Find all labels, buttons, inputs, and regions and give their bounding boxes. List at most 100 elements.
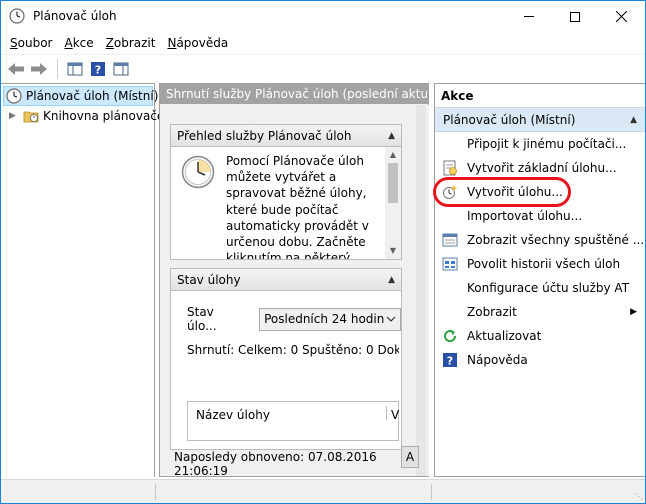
menu-akce[interactable]: Akce <box>58 36 99 50</box>
clock-icon <box>181 155 215 189</box>
action-enable-all-tasks-history[interactable]: Povolit historii všech úloh <box>435 252 645 276</box>
task-status-table: Název úlohy V <box>187 401 399 441</box>
task-status-section: Stav úlohy ▲ Stav úlo... Posledních 24 h… <box>170 268 402 450</box>
action-label: Zobrazit všechny spuštěné ... <box>467 233 645 247</box>
actions-pane: Akce Plánovač úloh (Místní) ▲ Připojit k… <box>434 83 645 477</box>
menu-soubor-accel: S <box>10 35 18 50</box>
actions-header: Akce <box>435 84 645 108</box>
action-label: Konfigurace účtu služby AT <box>467 281 630 295</box>
history-icon <box>442 257 458 271</box>
overview-section-header[interactable]: Přehled služby Plánovač úloh ▲ <box>171 125 401 147</box>
task-status-body: Stav úlo... Posledních 24 hodin Shrnutí:… <box>171 291 401 449</box>
status-bar-divider <box>431 484 432 500</box>
action-refresh[interactable]: Aktualizovat <box>435 324 645 348</box>
minimize-icon <box>524 16 534 17</box>
forward-button[interactable] <box>28 58 50 80</box>
forward-arrow-icon <box>31 62 47 75</box>
scroll-thumb[interactable] <box>388 163 398 203</box>
svg-text:?: ? <box>447 355 453 368</box>
menu-bar: Soubor Akce Zobrazit Nápověda <box>1 32 645 53</box>
action-label: Aktualizovat <box>467 329 542 343</box>
column-divider[interactable] <box>386 406 387 420</box>
action-label: Nápověda <box>467 353 528 367</box>
status-filter-row: Stav úlo... Posledních 24 hodin <box>187 305 401 333</box>
minimize-button[interactable] <box>506 1 552 32</box>
last-refreshed-row: Naposledy obnoveno: 07.08.2016 21:06:19 <box>174 450 428 478</box>
action-label: Připojit k jinému počítači... <box>467 137 627 151</box>
back-button[interactable] <box>5 58 27 80</box>
column-header-next[interactable]: V <box>391 408 399 422</box>
action-import-task[interactable]: Importovat úlohu... <box>435 204 645 228</box>
expand-chevron-icon[interactable]: ▶ <box>9 111 19 121</box>
console-tree-pane: Plánovač úloh (Místní) ▶ Knihovna plánov… <box>1 83 164 477</box>
collapse-triangle-icon[interactable]: ▲ <box>630 115 637 125</box>
summary-scrollbar[interactable] <box>413 105 429 476</box>
last-refreshed-text: Naposledy obnoveno: 07.08.2016 21:06:19 <box>174 450 377 478</box>
close-icon <box>615 11 627 22</box>
task-scheduler-window: Plánovač úloh Soubor Akce Zobrazit Nápov… <box>0 0 646 504</box>
back-arrow-icon <box>8 62 24 75</box>
column-header-task-name[interactable]: Název úlohy <box>196 408 270 422</box>
action-help[interactable]: ? Nápověda <box>435 348 645 372</box>
console-tree-icon <box>67 62 83 75</box>
menu-akce-label: kce <box>72 35 94 50</box>
menu-akce-accel: A <box>64 35 73 50</box>
close-button[interactable] <box>598 1 644 32</box>
status-bar-divider <box>155 484 156 500</box>
action-view[interactable]: Zobrazit ▶ <box>435 300 645 324</box>
svg-text:?: ? <box>95 63 101 76</box>
chevron-down-icon <box>386 316 396 322</box>
status-summary: Shrnutí: Celkem: 0 Spuštěno: 0 Dokon... <box>187 343 399 357</box>
summary-scroll-thumb[interactable] <box>416 105 426 476</box>
clock-icon <box>9 8 25 24</box>
task-status-title: Stav úlohy <box>177 272 241 287</box>
overview-scrollbar[interactable]: ▲ ▼ <box>385 147 401 259</box>
collapse-chevron-icon[interactable]: ▲ <box>388 275 395 285</box>
menu-zobrazit[interactable]: Zobrazit <box>100 36 162 50</box>
title-bar[interactable]: Plánovač úloh <box>1 1 645 32</box>
annotation-highlight-ring <box>433 177 571 207</box>
tree-item-label: Knihovna plánovače <box>43 109 165 123</box>
action-display-running-tasks[interactable]: Zobrazit všechny spuštěné ... <box>435 228 645 252</box>
help-toolbar-button[interactable]: ? <box>87 58 109 80</box>
overview-description: Pomocí Plánovače úloh můžete vytvářet a … <box>226 154 369 259</box>
menu-zobrazit-label: obrazit <box>113 35 156 50</box>
menu-soubor[interactable]: Soubor <box>1 36 58 50</box>
show-hide-console-tree-button[interactable] <box>64 58 86 80</box>
action-connect-to-computer[interactable]: Připojit k jinému počítači... <box>435 132 645 156</box>
overview-section: Přehled služby Plánovač úloh ▲ Pomocí Pl… <box>170 124 402 260</box>
action-at-service-account-config[interactable]: Konfigurace účtu služby AT <box>435 276 645 300</box>
menu-napoveda-label: ápověda <box>176 35 229 50</box>
menu-napoveda[interactable]: Nápověda <box>161 36 234 50</box>
tree-item-task-scheduler-library[interactable]: ▶ Knihovna plánovače <box>1 106 164 126</box>
folder-clock-icon <box>23 111 39 123</box>
toolbar-separator <box>57 58 58 79</box>
toolbar: ? <box>1 54 645 82</box>
clock-icon <box>6 88 22 104</box>
status-bar: ⋱ <box>1 479 645 503</box>
submenu-arrow-icon: ▶ <box>630 307 637 317</box>
action-label: Zobrazit <box>467 305 517 319</box>
task-status-section-header[interactable]: Stav úlohy ▲ <box>171 269 401 291</box>
maximize-button[interactable] <box>552 1 598 32</box>
show-hide-action-pane-button[interactable] <box>110 58 132 80</box>
scroll-up-icon[interactable]: ▲ <box>385 147 401 163</box>
actions-group-header[interactable]: Plánovač úloh (Místní) ▲ <box>435 108 645 132</box>
status-period-value: Posledních 24 hodin <box>264 312 385 326</box>
help-icon: ? <box>443 353 457 368</box>
tree-item-task-scheduler-local[interactable]: Plánovač úloh (Místní) <box>3 86 158 106</box>
status-filter-label: Stav úlo... <box>187 305 217 333</box>
window-title: Plánovač úloh <box>33 9 117 23</box>
scroll-down-icon[interactable]: ▼ <box>385 243 401 259</box>
resize-grip-icon[interactable]: ⋱ <box>635 492 643 501</box>
collapse-chevron-icon[interactable]: ▲ <box>388 131 395 141</box>
basic-task-icon <box>443 160 457 176</box>
action-pane-icon <box>113 62 129 75</box>
refresh-button[interactable]: A <box>401 446 419 468</box>
tree-item-label: Plánovač úloh (Místní) <box>26 89 159 103</box>
overview-body: Pomocí Plánovače úloh můžete vytvářet a … <box>171 147 401 259</box>
running-tasks-icon <box>442 233 458 247</box>
status-period-select[interactable]: Posledních 24 hodin <box>259 307 401 331</box>
maximize-icon <box>570 11 580 22</box>
overview-title: Přehled služby Plánovač úloh <box>177 128 352 143</box>
